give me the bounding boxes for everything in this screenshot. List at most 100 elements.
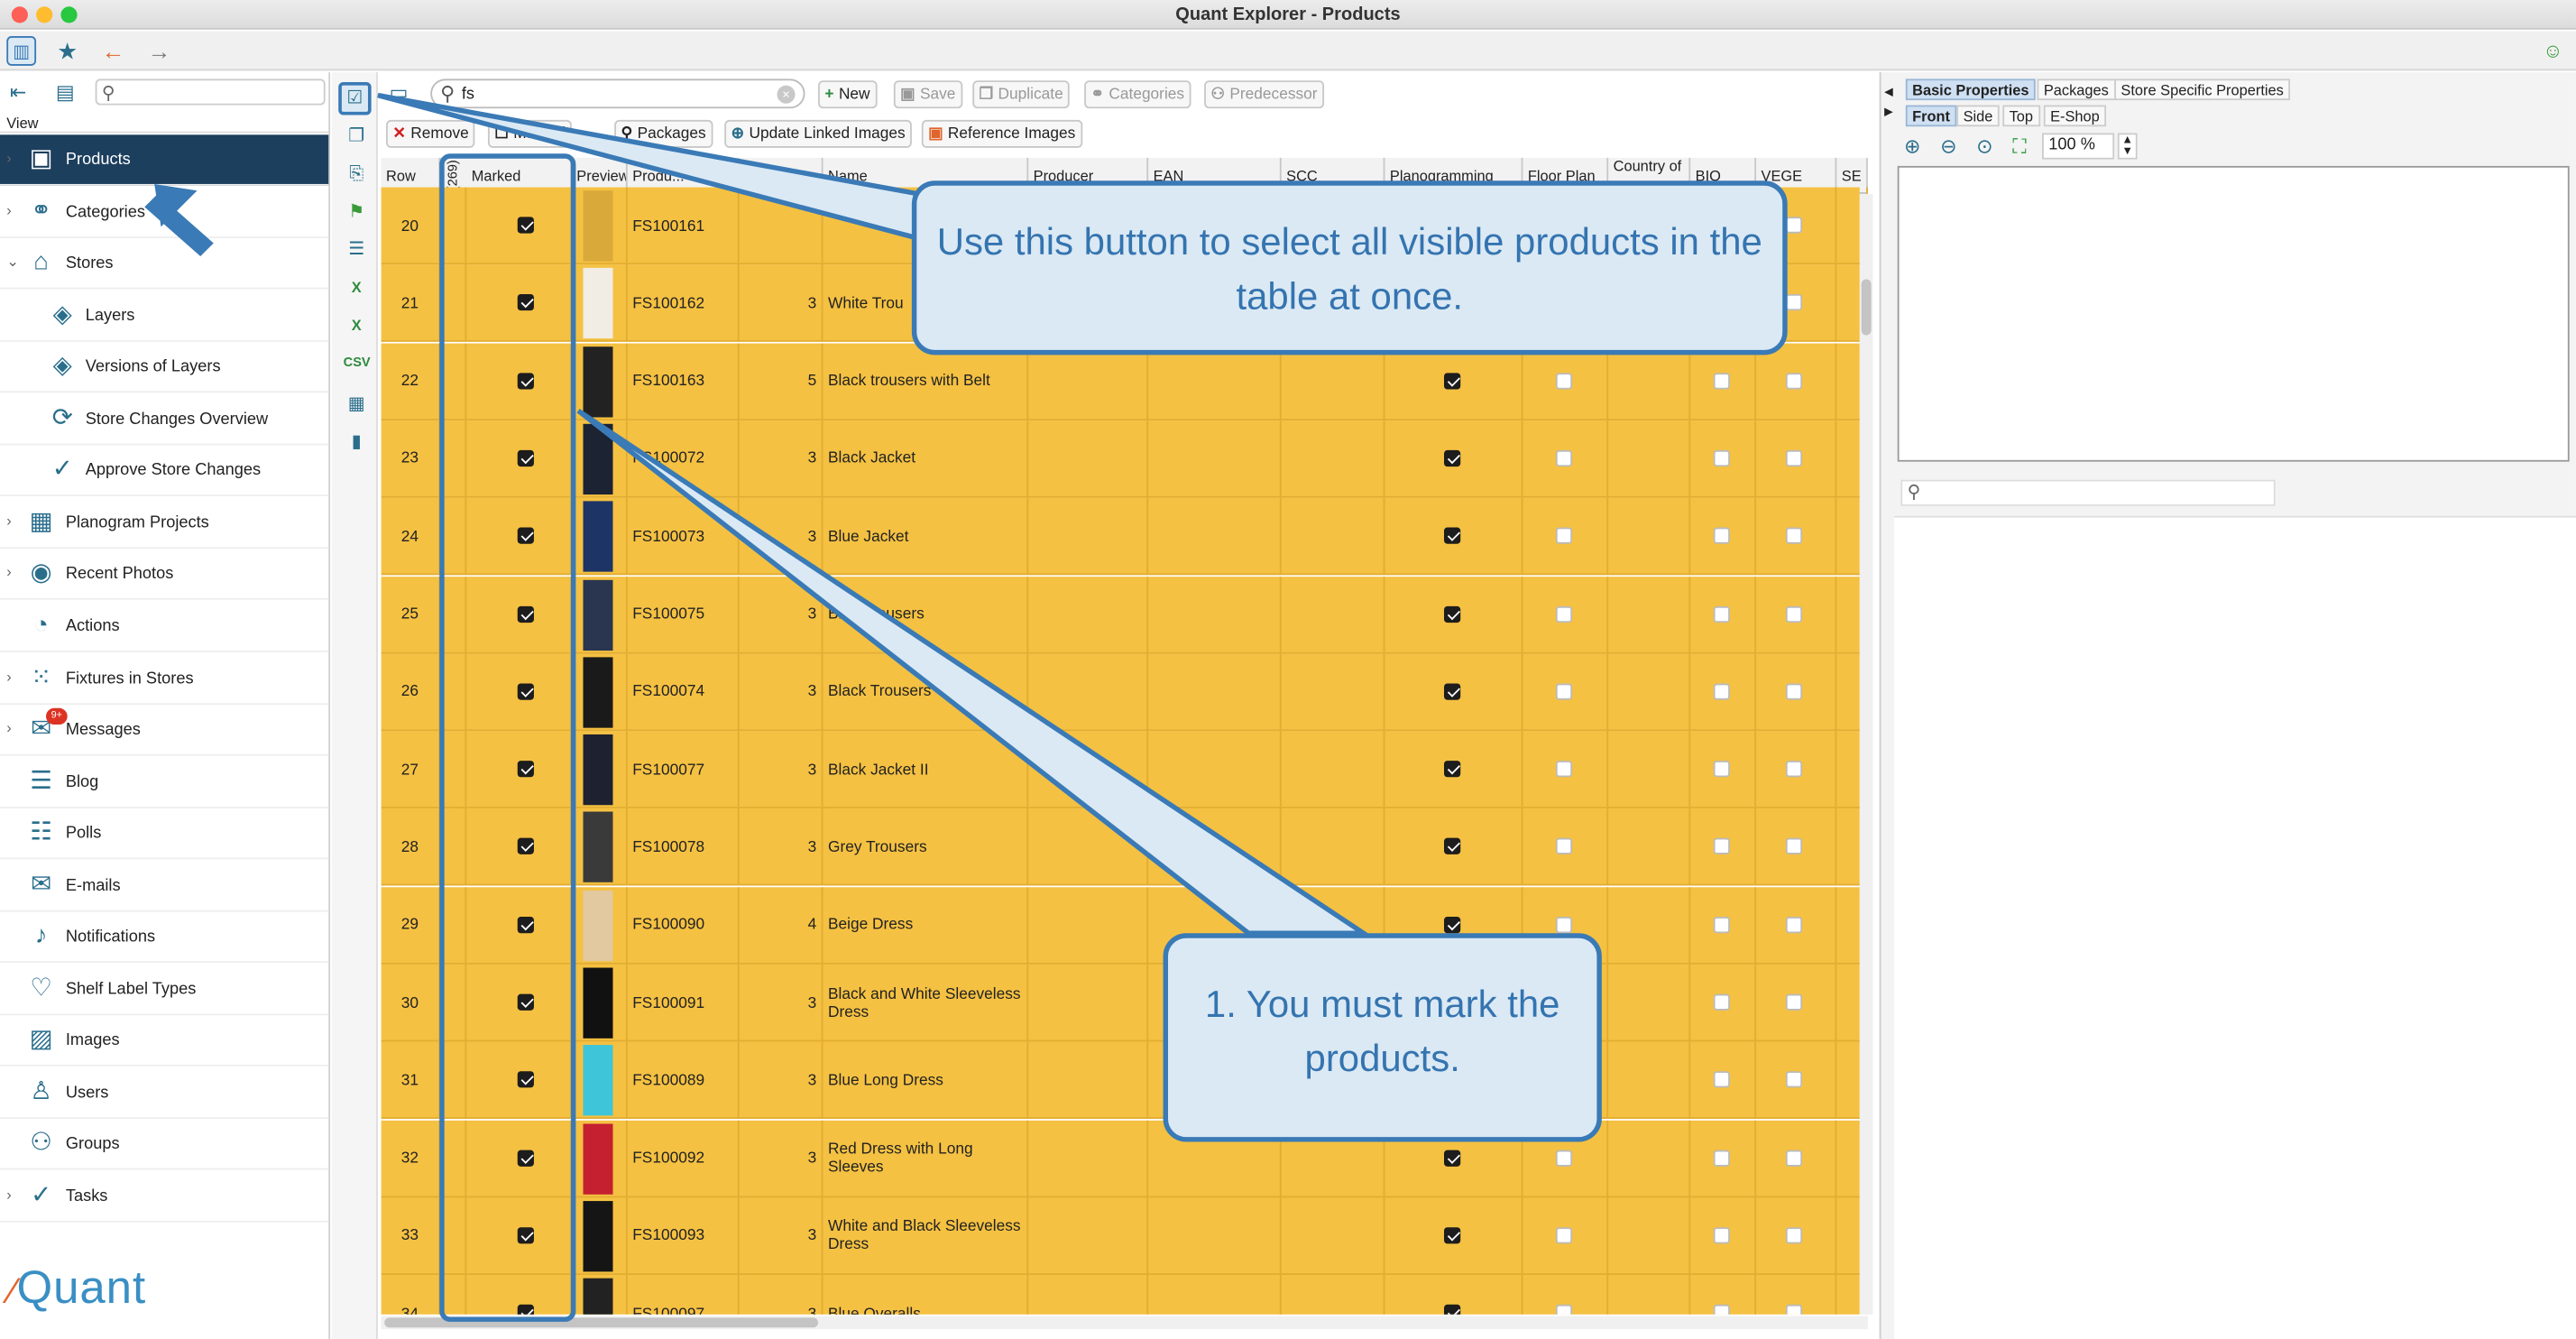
predecessor-button[interactable]: ⚇ Predecessor [1204, 80, 1324, 109]
marked-cell[interactable] [466, 964, 572, 1042]
floor-plan-checkbox[interactable] [1555, 1305, 1573, 1315]
planogramming-checkbox[interactable] [1444, 1227, 1461, 1244]
floor-plan-cell[interactable] [1523, 1197, 1609, 1275]
sidebar-item-fixtures-in-stores[interactable]: › ⁙ Fixtures in Stores [0, 653, 329, 705]
marked-cell[interactable] [466, 1041, 572, 1120]
bio-checkbox[interactable] [1713, 993, 1730, 1011]
report-icon[interactable]: ▦ [344, 391, 370, 417]
table-row[interactable]: 32 FS100092 3 Red Dress with Long Sleeves [381, 1120, 1868, 1197]
chevron-right-icon[interactable]: › [6, 150, 11, 166]
bio-checkbox[interactable] [1713, 1071, 1730, 1088]
vege-cell[interactable] [1756, 808, 1837, 887]
bio-cell[interactable] [1690, 498, 1757, 576]
floor-plan-checkbox[interactable] [1555, 1227, 1573, 1244]
horizontal-scrollbar[interactable] [381, 1316, 1868, 1330]
bio-checkbox[interactable] [1713, 1149, 1730, 1167]
csv-icon[interactable]: CSV [344, 350, 371, 376]
chevron-right-icon[interactable]: › [6, 1187, 11, 1203]
vege-cell[interactable] [1756, 964, 1837, 1042]
table-row[interactable]: 33 FS100093 3 White and Black Sleeveless Dr… [381, 1197, 1868, 1275]
packages-button[interactable]: ⚲ Packages [614, 119, 713, 148]
export-icon[interactable]: ⎘ [344, 161, 370, 187]
marked-cell[interactable] [466, 498, 572, 576]
bio-cell[interactable] [1690, 653, 1757, 731]
marked-checkbox[interactable] [517, 605, 534, 623]
vege-checkbox[interactable] [1785, 993, 1803, 1011]
marked-cell[interactable] [466, 576, 572, 653]
new-button[interactable]: + New [818, 80, 877, 109]
sidebar-item-categories[interactable]: › ⚭ Categories [0, 187, 329, 238]
table-row[interactable]: 30 FS100091 3 Black and White Sleeveless Dr… [381, 964, 1868, 1042]
floor-plan-checkbox[interactable] [1555, 683, 1573, 700]
table-row[interactable]: 25 FS100075 3 Blue Trousers [381, 576, 1868, 653]
forward-arrow-icon[interactable]: → [144, 36, 174, 66]
excel-import-icon[interactable]: X [344, 274, 370, 300]
vege-cell[interactable] [1756, 420, 1837, 498]
sidebar-item-messages[interactable]: › ✉ 9+ Messages [0, 705, 329, 756]
planogramming-checkbox[interactable] [1444, 761, 1461, 778]
vege-checkbox[interactable] [1785, 372, 1803, 389]
marked-checkbox[interactable] [517, 527, 534, 545]
marked-checkbox[interactable] [517, 683, 534, 700]
table-row[interactable]: 23 FS100072 3 Black Jacket [381, 420, 1868, 498]
marked-checkbox[interactable] [517, 294, 534, 311]
marked-checkbox[interactable] [517, 449, 534, 466]
table-row[interactable]: 28 FS100078 3 Grey Trousers [381, 808, 1868, 887]
bio-cell[interactable] [1690, 1120, 1757, 1197]
bio-checkbox[interactable] [1713, 605, 1730, 623]
marked-checkbox[interactable] [517, 838, 534, 855]
sidebar-item-recent-photos[interactable]: › ◉ Recent Photos [0, 549, 329, 601]
planogramming-cell[interactable] [1385, 653, 1523, 731]
vege-checkbox[interactable] [1785, 761, 1803, 778]
bio-cell[interactable] [1690, 1275, 1757, 1315]
planogramming-checkbox[interactable] [1444, 683, 1461, 700]
vege-checkbox[interactable] [1785, 449, 1803, 466]
planogramming-cell[interactable] [1385, 1197, 1523, 1275]
sidebar-item-products[interactable]: › ▣ Products [0, 134, 329, 186]
zoom-stepper[interactable]: ▲ ▼ [2117, 133, 2138, 160]
bio-checkbox[interactable] [1713, 449, 1730, 466]
bio-cell[interactable] [1690, 1197, 1757, 1275]
filter-icon[interactable]: ▭ [390, 80, 409, 103]
bio-checkbox[interactable] [1713, 761, 1730, 778]
vege-checkbox[interactable] [1785, 1071, 1803, 1088]
zoom-out-icon[interactable]: ⊖ [1940, 134, 1956, 157]
floor-plan-checkbox[interactable] [1555, 1149, 1573, 1167]
vege-cell[interactable] [1756, 1197, 1837, 1275]
table-row[interactable]: 24 FS100073 3 Blue Jacket [381, 498, 1868, 576]
sidebar-item-stores[interactable]: ⌄ ⌂ Stores [0, 238, 329, 290]
chevron-right-icon[interactable]: › [6, 564, 11, 580]
sidebar-toggle-icon[interactable]: ▥ [6, 36, 37, 66]
vege-checkbox[interactable] [1785, 683, 1803, 700]
tab-e-shop[interactable]: E-Shop [2043, 105, 2107, 127]
back-arrow-icon[interactable]: ← [98, 36, 128, 66]
bio-checkbox[interactable] [1713, 527, 1730, 545]
sidebar-item-notifications[interactable]: ♪ Notifications [0, 912, 329, 964]
floor-plan-checkbox[interactable] [1555, 916, 1573, 933]
sidebar-item-polls[interactable]: ☷ Polls [0, 808, 329, 860]
chevron-down-icon[interactable]: ⌄ [6, 254, 19, 272]
bio-cell[interactable] [1690, 1041, 1757, 1120]
copy-icon[interactable]: ❐ [344, 124, 370, 150]
vege-checkbox[interactable] [1785, 294, 1803, 311]
marked-checkbox[interactable] [517, 1149, 534, 1167]
vege-cell[interactable] [1756, 1041, 1837, 1120]
sidebar-item-approve-store-changes[interactable]: ✓ Approve Store Changes [0, 446, 329, 497]
tab-packages[interactable]: Packages [2037, 78, 2116, 101]
marked-checkbox[interactable] [517, 993, 534, 1011]
vege-cell[interactable] [1756, 653, 1837, 731]
planogramming-checkbox[interactable] [1444, 605, 1461, 623]
marked-cell[interactable] [466, 1275, 572, 1315]
properties-search-input[interactable]: ⚲ [1900, 479, 2276, 506]
marked-cell[interactable] [466, 653, 572, 731]
vege-checkbox[interactable] [1785, 1305, 1803, 1315]
sidebar-item-shelf-label-types[interactable]: ♡ Shelf Label Types [0, 964, 329, 1015]
bio-cell[interactable] [1690, 808, 1757, 887]
vege-checkbox[interactable] [1785, 1227, 1803, 1244]
bio-cell[interactable] [1690, 576, 1757, 653]
marked-cell[interactable] [466, 731, 572, 809]
sidebar-item-store-changes-overview[interactable]: ⟳ Store Changes Overview [0, 394, 329, 446]
floor-plan-checkbox[interactable] [1555, 372, 1573, 389]
vege-cell[interactable] [1756, 498, 1837, 576]
sidebar-item-versions-of-layers[interactable]: ◈ Versions of Layers [0, 342, 329, 393]
